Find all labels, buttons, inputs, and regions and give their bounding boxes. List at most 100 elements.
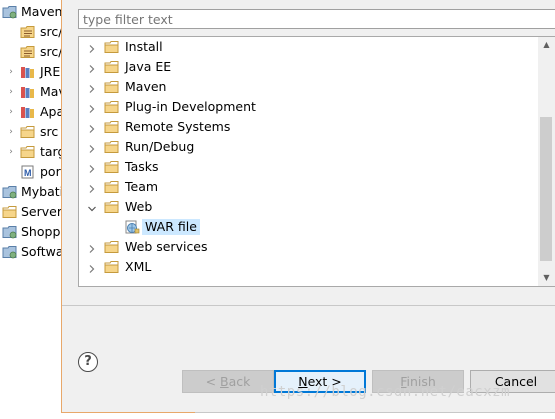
back-button[interactable]: < Back xyxy=(182,370,274,393)
explorer-item-label: JRE xyxy=(40,64,61,79)
project-icon xyxy=(2,245,17,259)
project-icon xyxy=(2,5,17,19)
project-explorer: Maven src/src/› JRE › Mav › Apa › src › targ Mpor My… xyxy=(0,0,70,418)
folder-icon xyxy=(104,100,120,114)
scrollbar-thumb[interactable] xyxy=(540,117,552,261)
wizard-tree[interactable]: XML Web services WAR file Web Team Tasks Run/D… xyxy=(78,36,555,287)
tree-item-label: Tasks xyxy=(125,159,159,174)
folder-icon xyxy=(104,140,120,154)
folder-icon xyxy=(104,60,120,74)
explorer-item-label: src/ xyxy=(40,44,63,59)
library-icon xyxy=(20,65,34,79)
tree-item-team[interactable]: Team xyxy=(79,177,539,197)
tree-item-java-ee[interactable]: Java EE xyxy=(79,57,539,77)
chevron-right-icon[interactable] xyxy=(87,182,97,193)
scroll-down-arrow-icon[interactable]: ▼ xyxy=(538,270,555,286)
chevron-right-icon[interactable]: › xyxy=(6,102,16,122)
library-icon xyxy=(20,85,34,99)
explorer-item[interactable]: › Apa xyxy=(0,102,70,122)
help-icon[interactable]: ? xyxy=(78,352,98,372)
explorer-item[interactable]: Servers xyxy=(0,202,70,222)
library-icon xyxy=(20,105,34,119)
folder-icon xyxy=(104,240,120,254)
folder-icon xyxy=(104,180,120,194)
dialog-header-edge xyxy=(76,0,156,3)
explorer-item[interactable]: › src xyxy=(0,122,70,142)
chevron-right-icon[interactable] xyxy=(87,122,97,133)
tree-item-label: Team xyxy=(125,179,159,194)
explorer-item-label: Mybati xyxy=(21,184,64,199)
tree-item-label: Web xyxy=(125,199,153,214)
tree-item-label: Plug-in Development xyxy=(125,99,256,114)
chevron-right-icon[interactable]: › xyxy=(6,62,16,82)
tree-item-label: Java EE xyxy=(125,59,172,74)
folder-icon xyxy=(104,200,120,214)
folder-icon xyxy=(104,260,120,274)
chevron-right-icon[interactable] xyxy=(87,262,97,273)
tree-item-remote-systems[interactable]: Remote Systems xyxy=(79,117,539,137)
explorer-item[interactable]: src/ xyxy=(0,42,70,62)
source-folder-icon xyxy=(20,45,35,59)
explorer-item[interactable]: Shopp xyxy=(0,222,70,242)
explorer-item[interactable]: src/ xyxy=(0,22,70,42)
chevron-right-icon[interactable] xyxy=(87,62,97,73)
chevron-right-icon[interactable] xyxy=(87,42,97,53)
scroll-up-arrow-icon[interactable]: ▲ xyxy=(538,37,555,53)
export-wizard-dialog: XML Web services WAR file Web Team Tasks Run/D… xyxy=(61,0,555,413)
folder-icon xyxy=(104,160,120,174)
tree-vertical-scrollbar[interactable]: ▲ ▼ xyxy=(538,37,555,286)
war-file-icon xyxy=(124,220,140,234)
finish-button[interactable]: Finish xyxy=(372,370,464,393)
tree-item-xml[interactable]: XML xyxy=(79,257,539,277)
chevron-down-icon[interactable] xyxy=(87,202,97,212)
explorer-item[interactable]: Maven xyxy=(0,2,70,22)
explorer-item[interactable]: › targ xyxy=(0,142,70,162)
chevron-right-icon[interactable]: › xyxy=(6,142,16,162)
tree-item-label: Remote Systems xyxy=(125,119,231,134)
chevron-right-icon[interactable]: › xyxy=(6,122,16,142)
tree-item-label: Maven xyxy=(125,79,167,94)
cancel-button[interactable]: Cancel xyxy=(470,370,555,393)
button-bar-separator xyxy=(62,305,555,306)
chevron-right-icon[interactable] xyxy=(87,162,97,173)
tree-item-install[interactable]: Install xyxy=(79,37,539,57)
chevron-right-icon[interactable] xyxy=(87,142,97,153)
chevron-right-icon[interactable] xyxy=(87,102,97,113)
tree-item-label: Web services xyxy=(125,239,208,254)
explorer-item-label: src/ xyxy=(40,24,63,39)
tree-item-label: WAR file xyxy=(142,219,200,235)
tree-item-war-file[interactable]: WAR file xyxy=(79,217,539,237)
tree-item-tasks[interactable]: Tasks xyxy=(79,157,539,177)
explorer-item-label: por xyxy=(40,164,61,179)
project-icon xyxy=(2,225,17,239)
tree-item-plug-in-development[interactable]: Plug-in Development xyxy=(79,97,539,117)
tree-item-label: XML xyxy=(125,259,152,274)
folder-icon xyxy=(20,125,35,139)
folder-icon xyxy=(104,80,120,94)
explorer-item-label: Softwa xyxy=(21,244,64,259)
next-button[interactable]: Next > xyxy=(274,370,366,393)
project-icon xyxy=(2,185,17,199)
tree-item-web[interactable]: Web xyxy=(79,197,539,217)
tree-item-maven[interactable]: Maven xyxy=(79,77,539,97)
svg-text:M: M xyxy=(24,168,32,178)
folder-icon xyxy=(104,120,120,134)
tree-item-web-services[interactable]: Web services xyxy=(79,237,539,257)
tree-item-label: Install xyxy=(125,39,163,54)
chevron-right-icon[interactable] xyxy=(87,82,97,93)
explorer-item[interactable]: › Mav xyxy=(0,82,70,102)
folder-icon xyxy=(2,205,17,219)
explorer-item[interactable]: Mpor xyxy=(0,162,70,182)
tree-item-run-debug[interactable]: Run/Debug xyxy=(79,137,539,157)
tree-item-label: Run/Debug xyxy=(125,139,195,154)
source-folder-icon xyxy=(20,25,35,39)
explorer-item[interactable]: Mybati xyxy=(0,182,70,202)
explorer-item[interactable]: › JRE xyxy=(0,62,70,82)
chevron-right-icon[interactable]: › xyxy=(6,82,16,102)
folder-icon xyxy=(20,145,35,159)
filter-input[interactable] xyxy=(78,9,555,29)
explorer-item-label: Maven xyxy=(21,4,63,19)
explorer-item[interactable]: Softwa xyxy=(0,242,70,262)
maven-pom-icon: M xyxy=(20,165,34,179)
chevron-right-icon[interactable] xyxy=(87,242,97,253)
